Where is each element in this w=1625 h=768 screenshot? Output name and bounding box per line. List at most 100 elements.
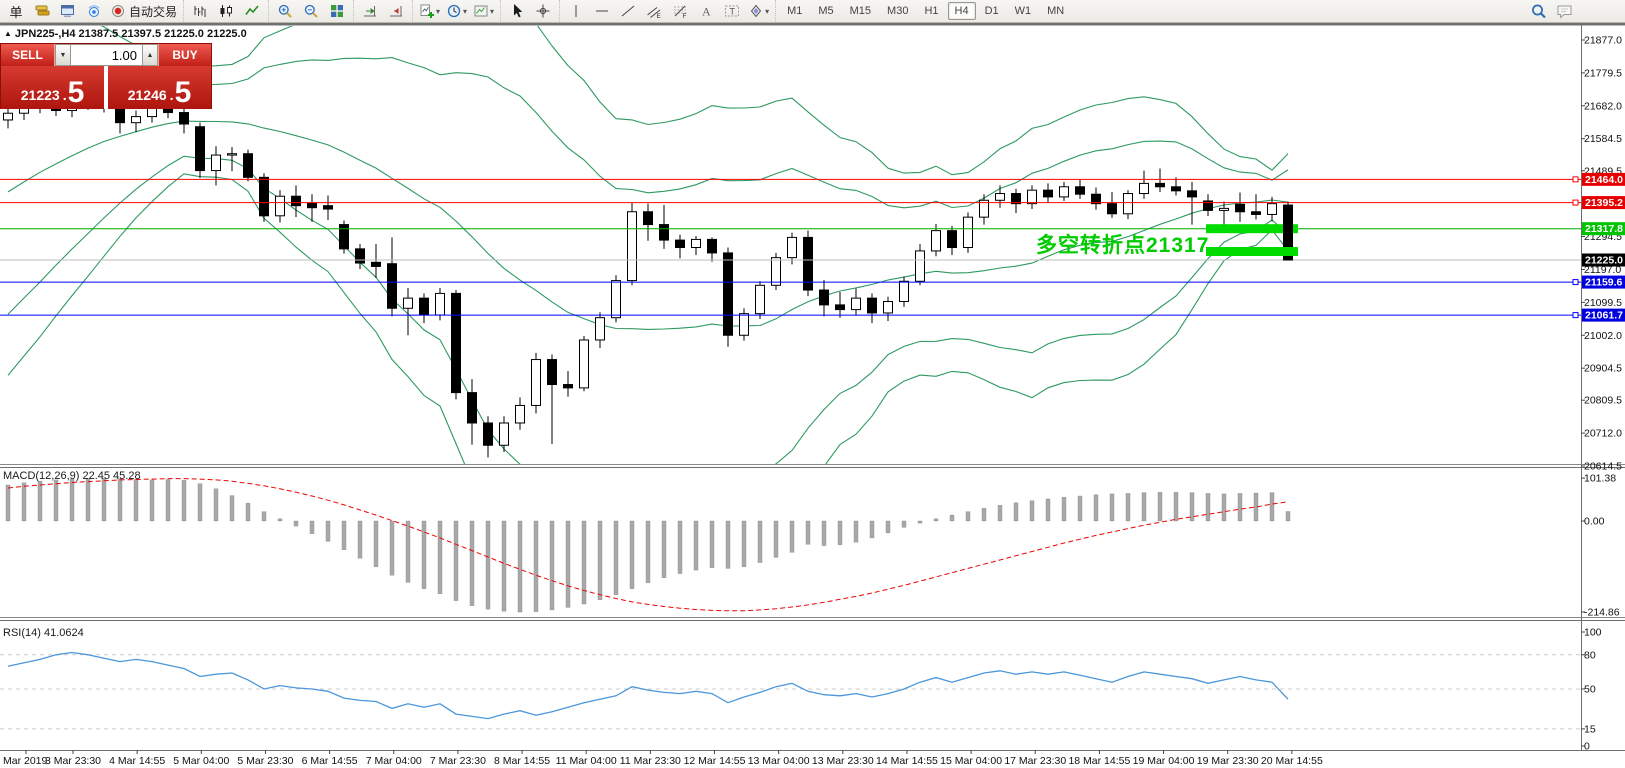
chart-shift-icon[interactable] bbox=[384, 0, 408, 22]
svg-text:19 Mar 04:00: 19 Mar 04:00 bbox=[1133, 755, 1195, 767]
svg-text:12 Mar 14:55: 12 Mar 14:55 bbox=[684, 755, 746, 767]
timeframe-m1[interactable]: M1 bbox=[780, 2, 809, 20]
svg-text:8 Mar 14:55: 8 Mar 14:55 bbox=[494, 755, 550, 767]
templates-icon[interactable]: ▾ bbox=[471, 0, 496, 22]
pivot-annotation-text[interactable]: 多空转折点21317 bbox=[1036, 229, 1209, 259]
timeframe-w1[interactable]: W1 bbox=[1008, 2, 1039, 20]
svg-text:11 Mar 23:30: 11 Mar 23:30 bbox=[620, 755, 681, 767]
sell-price-button[interactable]: 21223 . 5 bbox=[1, 66, 104, 109]
svg-text:20712.0: 20712.0 bbox=[1584, 428, 1622, 440]
svg-text:17 Mar 23:30: 17 Mar 23:30 bbox=[1004, 755, 1066, 767]
rsi-indicator-label: RSI(14) 41.0624 bbox=[3, 627, 84, 639]
tile-windows-icon[interactable] bbox=[325, 0, 349, 22]
svg-text:21002.0: 21002.0 bbox=[1584, 330, 1622, 342]
timeframe-group: M1M5M15M30H1H4D1W1MN bbox=[775, 0, 1075, 22]
timeframe-d1[interactable]: D1 bbox=[978, 2, 1006, 20]
zoom-out-icon[interactable] bbox=[299, 0, 323, 22]
new-order-icon[interactable]: 单 bbox=[4, 0, 28, 22]
line-chart-icon[interactable] bbox=[240, 0, 264, 22]
shapes-icon[interactable]: ▾ bbox=[746, 0, 771, 22]
price-chart-canvas[interactable]: 21877.021779.521682.021584.521489.521294… bbox=[0, 23, 1625, 768]
volume-increase-button[interactable]: ▲ bbox=[142, 44, 158, 66]
svg-text:18 Mar 14:55: 18 Mar 14:55 bbox=[1068, 755, 1130, 767]
equidistant-channel-icon[interactable]: E bbox=[642, 0, 666, 22]
timeframe-m15[interactable]: M15 bbox=[843, 2, 878, 20]
one-click-trading-panel: SELL ▼ ▲ BUY 21223 . 5 21246 . 5 bbox=[0, 43, 212, 109]
svg-text:21464.0: 21464.0 bbox=[1585, 174, 1623, 186]
svg-text:50: 50 bbox=[1584, 684, 1596, 696]
svg-text:20 Mar 14:55: 20 Mar 14:55 bbox=[1261, 755, 1323, 767]
svg-text:F: F bbox=[683, 13, 687, 19]
strategy-signal-icon[interactable] bbox=[82, 0, 106, 22]
svg-text:101.38: 101.38 bbox=[1584, 473, 1616, 485]
sell-button[interactable]: SELL bbox=[1, 44, 55, 66]
chat-icon[interactable] bbox=[1553, 0, 1577, 22]
dropdown-caret-icon[interactable]: ▾ bbox=[463, 7, 467, 16]
text-label-icon[interactable]: T bbox=[720, 0, 744, 22]
text-icon[interactable]: A bbox=[694, 0, 718, 22]
toolbar-right-group bbox=[1523, 0, 1581, 22]
svg-text:21317.8: 21317.8 bbox=[1585, 223, 1623, 235]
cursor-icon[interactable] bbox=[505, 0, 529, 22]
timeframe-m5[interactable]: M5 bbox=[811, 2, 840, 20]
search-icon[interactable] bbox=[1527, 0, 1551, 22]
timeframe-h4[interactable]: H4 bbox=[948, 2, 976, 20]
dropdown-caret-icon[interactable]: ▾ bbox=[490, 7, 494, 16]
svg-text:5 Mar 23:30: 5 Mar 23:30 bbox=[237, 755, 293, 767]
svg-text:21395.2: 21395.2 bbox=[1585, 197, 1623, 209]
candlestick-chart-icon[interactable] bbox=[214, 0, 238, 22]
svg-text:21225.0: 21225.0 bbox=[1585, 255, 1623, 267]
svg-text:Mar 2019: Mar 2019 bbox=[3, 755, 48, 767]
toolbar-group bbox=[500, 0, 559, 22]
buy-price-dot: . bbox=[170, 87, 174, 103]
svg-text:14 Mar 14:55: 14 Mar 14:55 bbox=[876, 755, 938, 767]
volume-decrease-button[interactable]: ▼ bbox=[55, 44, 71, 66]
svg-text:21779.5: 21779.5 bbox=[1584, 67, 1622, 79]
dropdown-caret-icon[interactable]: ▾ bbox=[436, 7, 440, 16]
pivot-highlight-bar[interactable] bbox=[1206, 247, 1298, 256]
trendline-icon[interactable] bbox=[616, 0, 640, 22]
svg-text:7 Mar 04:00: 7 Mar 04:00 bbox=[366, 755, 422, 767]
toolbar-group: ▾ ▾ ▾ bbox=[412, 0, 500, 22]
toolbar-group: E F A T ▾ bbox=[559, 0, 775, 22]
zoom-in-icon[interactable] bbox=[273, 0, 297, 22]
new-chart-icon[interactable]: ▾ bbox=[417, 0, 442, 22]
vertical-line-icon[interactable] bbox=[564, 0, 588, 22]
svg-text:6 Mar 14:55: 6 Mar 14:55 bbox=[302, 755, 358, 767]
auto-trading-button[interactable]: 自动交易 bbox=[108, 0, 179, 22]
svg-text:21877.0: 21877.0 bbox=[1584, 35, 1622, 47]
timeframe-h1[interactable]: H1 bbox=[917, 2, 945, 20]
periods-icon[interactable]: ▾ bbox=[444, 0, 469, 22]
svg-text:21159.6: 21159.6 bbox=[1585, 277, 1623, 289]
terminal-icon[interactable] bbox=[56, 0, 80, 22]
timeframe-m30[interactable]: M30 bbox=[880, 2, 915, 20]
horizontal-line-icon[interactable] bbox=[590, 0, 614, 22]
collapse-triangle-icon[interactable]: ▲ bbox=[4, 29, 12, 38]
svg-text:T: T bbox=[730, 7, 736, 17]
svg-text:15 Mar 04:00: 15 Mar 04:00 bbox=[940, 755, 1002, 767]
chart-title-text: JPN225-,H4 21387.5 21397.5 21225.0 21225… bbox=[15, 28, 247, 40]
svg-text:4 Mar 14:55: 4 Mar 14:55 bbox=[109, 755, 165, 767]
fibonacci-icon[interactable]: F bbox=[668, 0, 692, 22]
macd-indicator-label: MACD(12,26,9) 22.45 45.28 bbox=[3, 470, 141, 482]
sell-price-frac: 5 bbox=[68, 80, 85, 106]
toolbar-group bbox=[183, 0, 268, 22]
bar-chart-icon[interactable] bbox=[188, 0, 212, 22]
chart-title: ▲JPN225-,H4 21387.5 21397.5 21225.0 2122… bbox=[4, 28, 247, 40]
crosshair-icon[interactable] bbox=[531, 0, 555, 22]
svg-text:13 Mar 23:30: 13 Mar 23:30 bbox=[812, 755, 874, 767]
auto-scroll-icon[interactable] bbox=[358, 0, 382, 22]
toolbar-group: 单 自动交易 bbox=[0, 0, 183, 22]
svg-text:13 Mar 04:00: 13 Mar 04:00 bbox=[748, 755, 810, 767]
timeframe-mn[interactable]: MN bbox=[1040, 2, 1071, 20]
mt4-window: 单 自动交易 ▾ ▾ ▾ E F A T ▾ M1M5M15M30H1H4D1W1MN 21877.… bbox=[0, 0, 1625, 768]
buy-price-button[interactable]: 21246 . 5 bbox=[108, 66, 211, 109]
market-watch-icon[interactable] bbox=[30, 0, 54, 22]
svg-text:11 Mar 04:00: 11 Mar 04:00 bbox=[556, 755, 617, 767]
toolbar-group bbox=[353, 0, 412, 22]
sell-price-dot: . bbox=[63, 87, 67, 103]
volume-input[interactable] bbox=[71, 44, 142, 66]
dropdown-caret-icon[interactable]: ▾ bbox=[765, 7, 769, 16]
buy-button[interactable]: BUY bbox=[158, 44, 211, 66]
svg-text:80: 80 bbox=[1584, 649, 1596, 661]
